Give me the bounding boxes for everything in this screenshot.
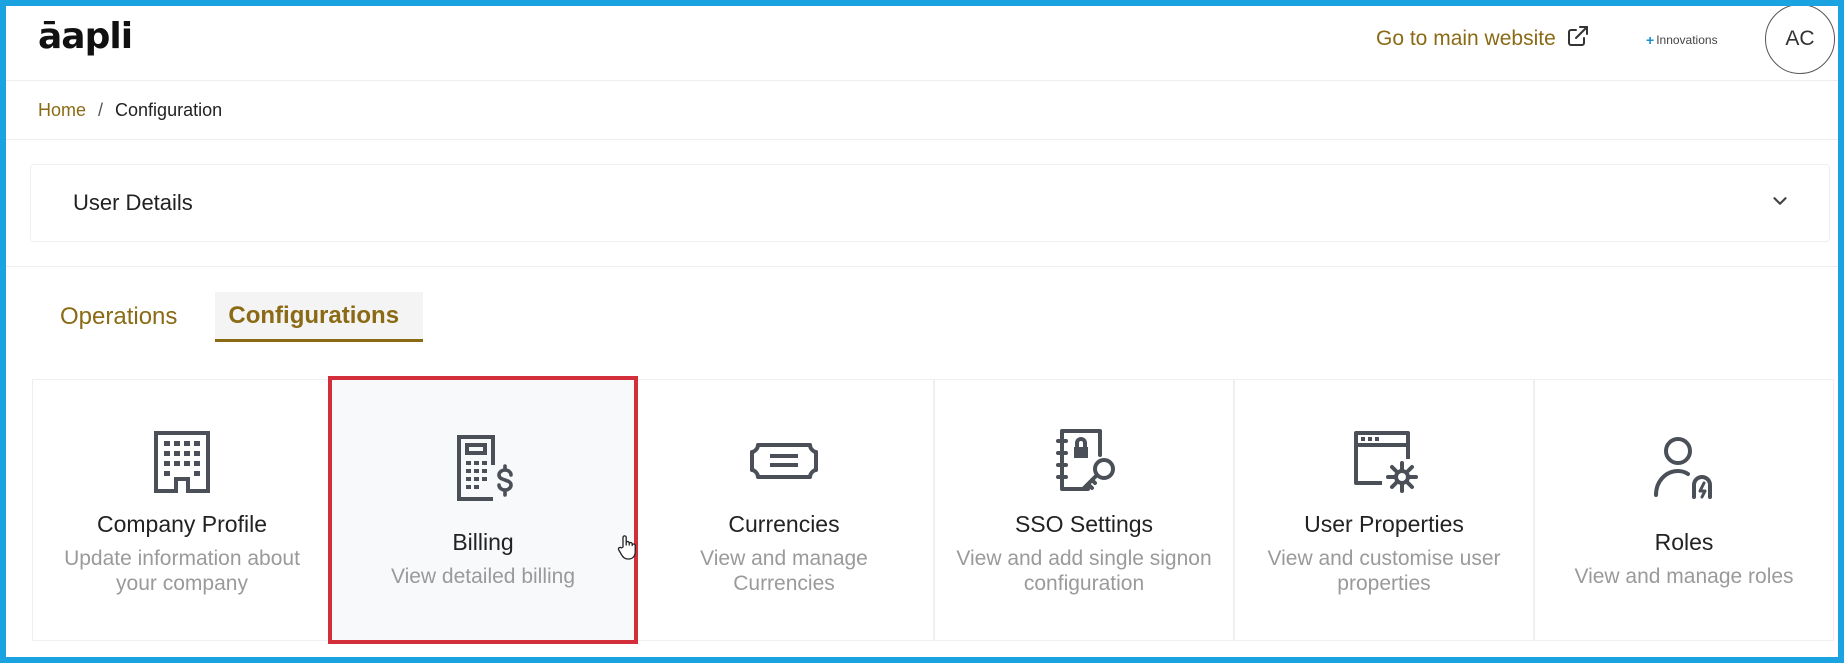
tab-operations[interactable]: Operations: [46, 292, 191, 342]
breadcrumb-separator: /: [98, 100, 104, 120]
window-gear-icon: [1348, 425, 1420, 497]
card-sso-settings[interactable]: SSO Settings View and add single signon …: [934, 379, 1234, 641]
breadcrumb-current: Configuration: [115, 100, 223, 120]
accordion-title: User Details: [73, 190, 193, 215]
plus-icon: +: [1646, 32, 1655, 48]
card-currencies[interactable]: Currencies View and manage Currencies: [634, 379, 934, 641]
innovations-logo: + Innovations: [1646, 32, 1718, 48]
card-billing[interactable]: Billing View detailed billing: [328, 376, 638, 644]
card-roles[interactable]: Roles View and manage roles: [1534, 379, 1834, 641]
user-lock-icon: [1648, 431, 1720, 503]
card-title: Roles: [1654, 529, 1714, 555]
user-details-accordion[interactable]: User Details: [30, 164, 1830, 242]
card-title: SSO Settings: [1014, 510, 1154, 537]
go-to-main-website-link[interactable]: Go to main website: [1376, 24, 1590, 54]
top-header: āapli Go to main website + Innovations A…: [6, 6, 1838, 81]
card-title: Billing: [452, 529, 514, 555]
banknote-icon: [748, 425, 820, 497]
notebook-key-icon: [1048, 425, 1120, 497]
card-description: View and add single signon configuration: [956, 546, 1212, 595]
breadcrumb: Home / Configuration: [38, 100, 222, 121]
building-icon: [146, 425, 218, 497]
external-link-icon: [1566, 24, 1590, 54]
innovations-label: Innovations: [1656, 33, 1718, 47]
card-description: View and manage Currencies: [700, 546, 868, 595]
tab-configurations[interactable]: Configurations: [215, 292, 424, 342]
app-frame: āapli Go to main website + Innovations A…: [0, 0, 1844, 663]
breadcrumb-home[interactable]: Home: [38, 100, 86, 121]
card-title: Currencies: [728, 510, 840, 537]
user-avatar[interactable]: AC: [1765, 6, 1835, 74]
card-title: Company Profile: [96, 510, 268, 537]
calculator-dollar-icon: [447, 431, 519, 503]
hand-pointer-icon: [616, 534, 638, 560]
card-description: View and customise user properties: [1267, 546, 1501, 595]
main-website-label: Go to main website: [1376, 27, 1556, 50]
card-description: View detailed billing: [390, 565, 576, 588]
card-title: User Properties: [1304, 510, 1464, 537]
card-company-profile[interactable]: Company Profile Update information about…: [32, 379, 332, 641]
divider: [6, 139, 1838, 140]
card-description: Update information about your company: [64, 546, 300, 595]
tab-bar: Operations Configurations: [46, 292, 424, 342]
card-description: View and manage roles: [1574, 565, 1794, 588]
aapli-logo[interactable]: āapli: [38, 16, 133, 57]
configuration-cards: Company Profile Update information about…: [32, 376, 1834, 644]
card-user-properties[interactable]: User Properties View and customise user …: [1234, 379, 1534, 641]
chevron-down-icon: [1769, 190, 1791, 217]
divider: [6, 266, 1838, 267]
